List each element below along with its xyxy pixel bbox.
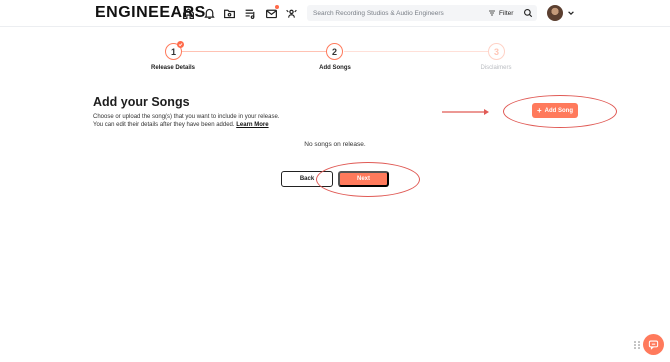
checkmark-icon bbox=[177, 41, 184, 48]
chat-icon bbox=[648, 340, 659, 350]
empty-state-text: No songs on release. bbox=[304, 141, 366, 148]
stepper-line-1 bbox=[182, 51, 327, 52]
step-1-circle[interactable]: 1 bbox=[165, 41, 184, 60]
step-3-label: Disclaimers bbox=[480, 65, 512, 71]
search-icon[interactable] bbox=[523, 8, 533, 18]
notification-dot bbox=[275, 5, 279, 9]
chevron-down-icon[interactable] bbox=[567, 9, 575, 17]
community-icon[interactable] bbox=[284, 6, 298, 20]
step-2-label: Add Songs bbox=[319, 65, 351, 71]
chat-button[interactable] bbox=[643, 334, 664, 355]
filter-label: Filter bbox=[499, 9, 514, 17]
mail-icon[interactable] bbox=[264, 5, 279, 20]
stepper-line-2 bbox=[344, 51, 488, 52]
filter-icon bbox=[489, 10, 495, 16]
search-input[interactable] bbox=[307, 9, 477, 17]
annotation-arrow bbox=[442, 109, 489, 115]
home-icon[interactable] bbox=[181, 6, 195, 20]
top-navbar: ENGINEEARS Filter bbox=[0, 0, 670, 27]
plus-icon: + bbox=[537, 105, 542, 115]
drag-handle-icon[interactable] bbox=[634, 341, 640, 349]
filter-button[interactable]: Filter bbox=[488, 5, 513, 21]
learn-more-link[interactable]: Learn More bbox=[236, 122, 268, 128]
add-song-button[interactable]: + Add Song bbox=[532, 103, 578, 118]
page-title: Add your Songs bbox=[93, 95, 190, 109]
next-button[interactable]: Next bbox=[338, 171, 389, 187]
avatar[interactable] bbox=[547, 5, 563, 21]
step-1-label: Release Details bbox=[150, 65, 196, 71]
step-2-circle[interactable]: 2 bbox=[326, 43, 343, 60]
description-line-2: You can edit their details after they ha… bbox=[93, 122, 269, 128]
folder-icon[interactable] bbox=[222, 6, 236, 20]
step-3-circle[interactable]: 3 bbox=[488, 43, 505, 60]
page: ENGINEEARS Filter bbox=[0, 0, 670, 362]
description-line-1: Choose or upload the song(s) that you wa… bbox=[93, 114, 280, 120]
page-description: Choose or upload the song(s) that you wa… bbox=[93, 113, 353, 129]
bell-icon[interactable] bbox=[202, 6, 216, 20]
playlist-icon[interactable] bbox=[243, 6, 257, 20]
